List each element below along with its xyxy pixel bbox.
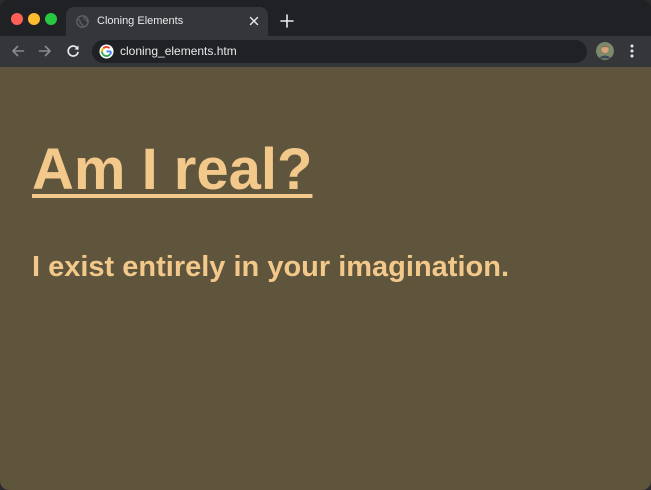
kebab-menu-icon[interactable]	[624, 43, 640, 59]
globe-icon	[76, 15, 89, 28]
window-close-button[interactable]	[11, 13, 23, 25]
headline-link[interactable]: Am I real?	[32, 137, 312, 202]
page-subheading: I exist entirely in your imagination.	[32, 251, 509, 283]
close-icon[interactable]	[247, 14, 261, 28]
browser-window: Cloning Elements cloning_elements.htm Am…	[0, 0, 651, 490]
url-text: cloning_elements.htm	[120, 44, 237, 58]
page-headline: Am I real?	[32, 141, 312, 199]
tab-title: Cloning Elements	[97, 15, 184, 27]
browser-toolbar: cloning_elements.htm	[0, 36, 651, 67]
tab-strip: Cloning Elements	[0, 0, 651, 36]
reload-icon[interactable]	[65, 43, 81, 59]
forward-arrow-icon[interactable]	[37, 43, 53, 59]
profile-avatar-icon[interactable]	[596, 42, 614, 60]
new-tab-plus-icon[interactable]	[279, 13, 295, 29]
window-maximize-button[interactable]	[45, 13, 57, 25]
address-bar[interactable]: cloning_elements.htm	[92, 40, 587, 63]
page-viewport: Am I real? I exist entirely in your imag…	[0, 67, 651, 490]
window-minimize-button[interactable]	[28, 13, 40, 25]
google-g-icon	[99, 44, 114, 59]
tab-cloning-elements[interactable]: Cloning Elements	[66, 7, 268, 36]
back-arrow-icon[interactable]	[10, 43, 26, 59]
